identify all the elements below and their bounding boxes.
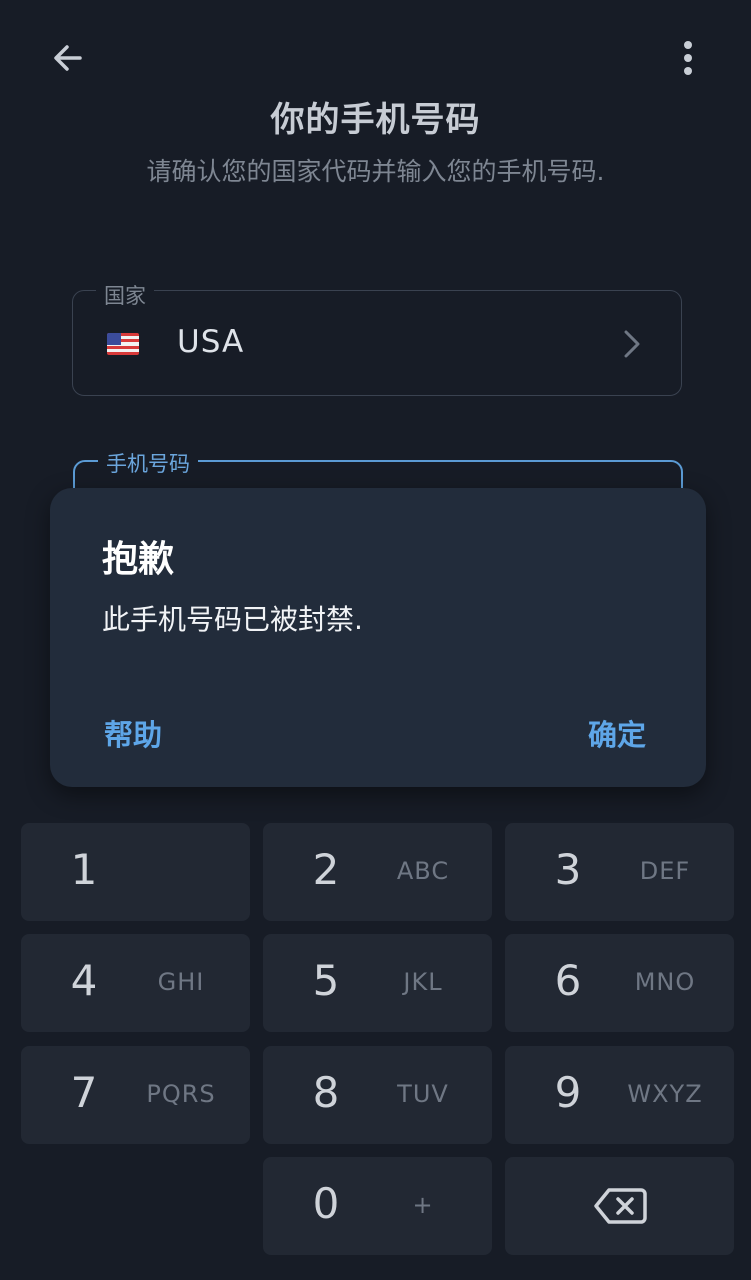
back-button[interactable] — [40, 34, 96, 82]
arrow-left-icon — [54, 45, 82, 71]
dialog-title: 抱歉 — [102, 539, 175, 580]
numeric-keypad: 1 2 ABC 3 DEF 4 GHI 5 JKL 6 MNO 7 PQRS 8… — [0, 812, 751, 1280]
country-field-label: 国家 — [96, 280, 154, 310]
key-digit: 1 — [70, 845, 98, 894]
key-7[interactable]: 7 PQRS — [21, 1046, 250, 1144]
key-letters: MNO — [634, 968, 696, 996]
key-digit: 0 — [312, 1179, 340, 1228]
key-8[interactable]: 8 TUV — [263, 1046, 492, 1144]
key-4[interactable]: 4 GHI — [21, 934, 250, 1032]
key-letters: WXYZ — [627, 1080, 703, 1108]
key-letters: DEF — [639, 857, 691, 885]
more-vertical-icon — [684, 41, 692, 75]
key-letters: TUV — [397, 1080, 449, 1108]
key-digit: 4 — [70, 956, 98, 1005]
key-2[interactable]: 2 ABC — [263, 823, 492, 921]
more-menu-button[interactable] — [664, 34, 712, 82]
page-subtitle: 请确认您的国家代码并输入您的手机号码. — [146, 157, 605, 186]
backspace-key[interactable] — [505, 1157, 734, 1255]
key-digit: 7 — [70, 1068, 98, 1117]
key-digit: 6 — [554, 956, 582, 1005]
key-9[interactable]: 9 WXYZ — [505, 1046, 734, 1144]
key-letters: PQRS — [146, 1080, 216, 1108]
key-letters: ABC — [396, 857, 450, 885]
key-letters: + — [412, 1191, 434, 1219]
phone-field-label: 手机号码 — [98, 448, 198, 478]
chevron-right-icon — [624, 330, 640, 358]
key-6[interactable]: 6 MNO — [505, 934, 734, 1032]
ok-button[interactable]: 确定 — [588, 712, 646, 754]
key-digit: 3 — [554, 845, 582, 894]
key-0[interactable]: 0 + — [263, 1157, 492, 1255]
country-value: USA — [177, 324, 245, 360]
country-selector[interactable]: USA — [72, 290, 682, 396]
key-digit: 2 — [312, 845, 340, 894]
key-digit: 5 — [312, 956, 340, 1005]
error-dialog: 抱歉 此手机号码已被封禁. 帮助 确定 — [50, 488, 706, 787]
key-letters: JKL — [403, 968, 443, 996]
us-flag-icon — [107, 333, 139, 355]
key-letters: GHI — [157, 968, 205, 996]
backspace-icon — [594, 1188, 647, 1224]
page-title: 你的手机号码 — [270, 100, 481, 140]
key-3[interactable]: 3 DEF — [505, 823, 734, 921]
help-button[interactable]: 帮助 — [104, 712, 162, 754]
key-digit: 8 — [312, 1068, 340, 1117]
key-digit: 9 — [554, 1068, 582, 1117]
dialog-message: 此手机号码已被封禁. — [102, 603, 363, 636]
key-5[interactable]: 5 JKL — [263, 934, 492, 1032]
key-1[interactable]: 1 — [21, 823, 250, 921]
